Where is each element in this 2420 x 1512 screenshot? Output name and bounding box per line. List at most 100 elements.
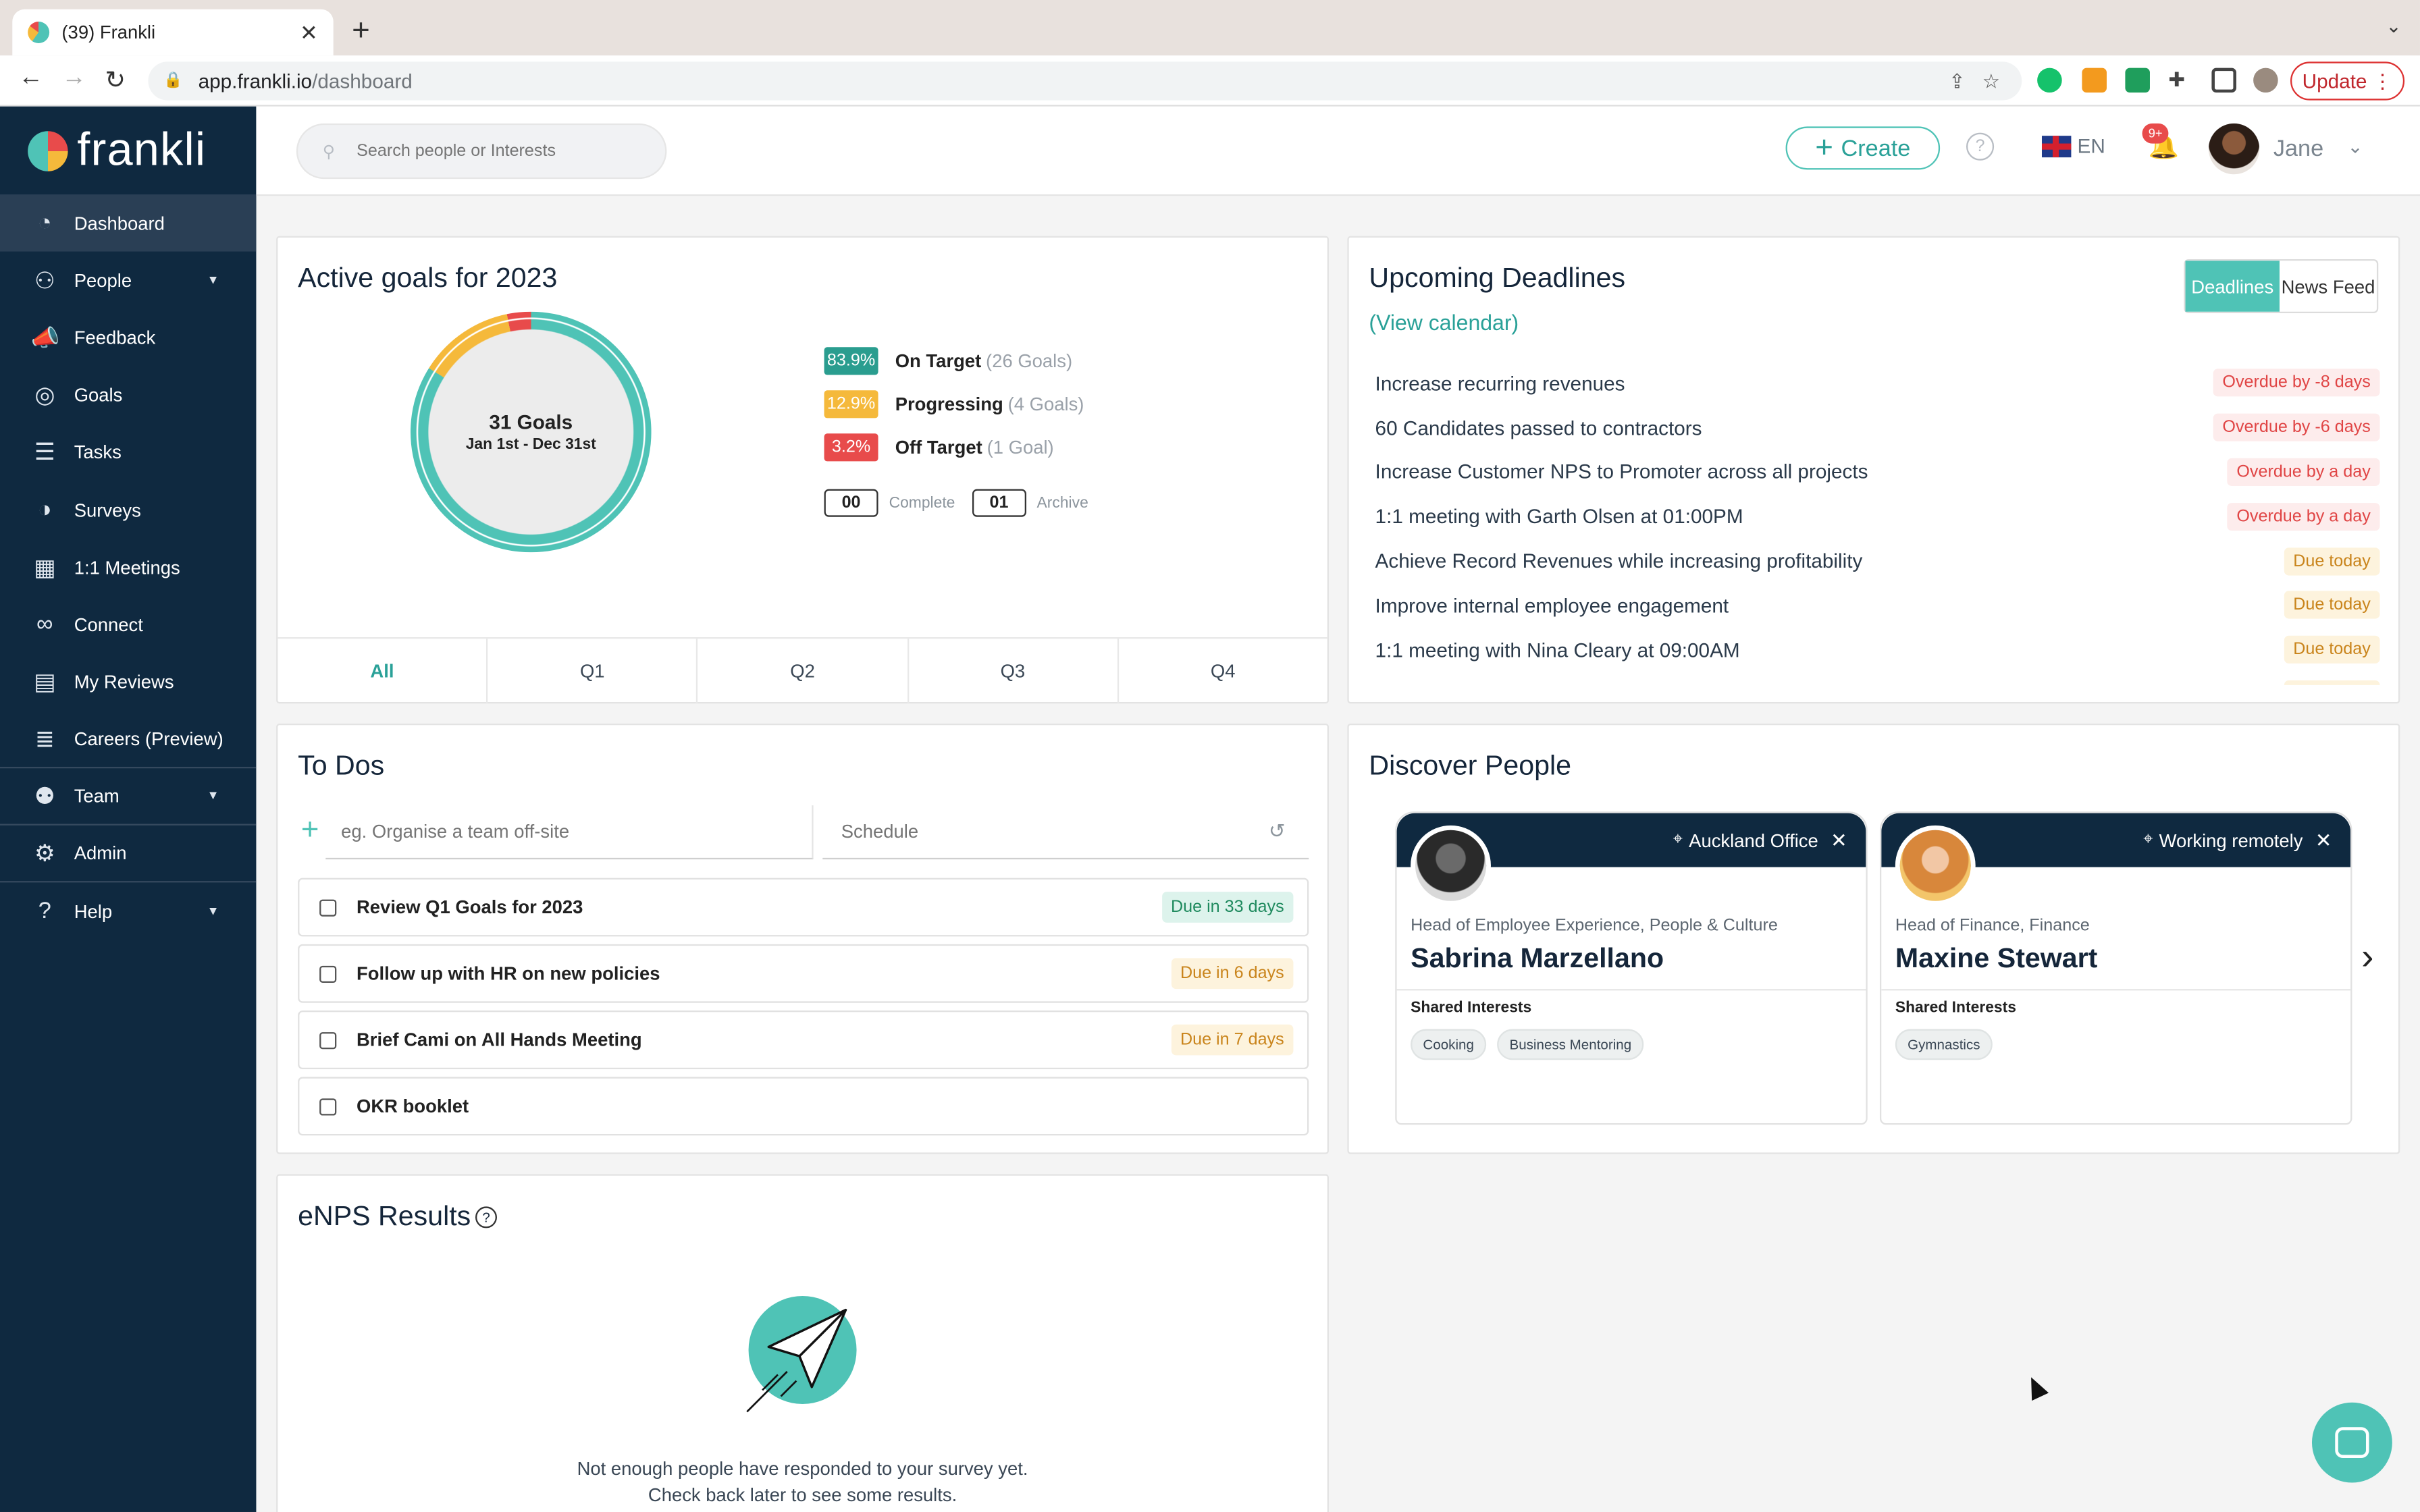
tab-q3[interactable]: Q3 <box>908 639 1119 704</box>
view-calendar-link[interactable]: (View calendar) <box>1369 310 1519 335</box>
dashboard-icon: ◔ <box>37 210 52 236</box>
update-button[interactable]: Update ⋮ <box>2290 61 2405 101</box>
deadline-item[interactable]: Increase recurring revenues Overdue by -8… <box>1375 361 2380 406</box>
tab-news-feed[interactable]: News Feed <box>2280 261 2377 311</box>
person-name[interactable]: Sabrina Marzellano <box>1411 943 1664 975</box>
notification-badge: 9+ <box>2142 123 2169 144</box>
chevron-right-icon[interactable]: › <box>2361 936 2373 979</box>
archive-count[interactable]: 01 <box>972 489 1026 517</box>
forward-arrow-icon[interactable]: → <box>61 65 86 92</box>
sidebar-item-tasks[interactable]: ☰ Tasks <box>0 424 256 481</box>
reset-icon[interactable]: ↺ <box>1269 819 1286 844</box>
survey-icon: ◑ <box>37 497 52 523</box>
tab-q1[interactable]: Q1 <box>488 639 699 704</box>
chevron-down-icon[interactable]: ⌄ <box>2348 136 2363 157</box>
deadline-text: 1:1 meeting with Garth Olsen at 01:00PM <box>1375 505 1743 529</box>
language-selector[interactable]: EN <box>2041 134 2105 157</box>
sidepanel-icon[interactable] <box>2211 68 2236 93</box>
create-button[interactable]: + Create <box>1785 126 1941 170</box>
complete-count[interactable]: 00 <box>824 489 878 517</box>
complete-label: Complete <box>889 494 955 512</box>
puzzle-extensions-icon[interactable]: ✚ <box>2168 68 2193 93</box>
sidebar-item-team[interactable]: ⚉ Team ▼ <box>0 768 257 826</box>
enps-title-text: eNPS Results <box>298 1200 471 1231</box>
frankli-favicon-icon <box>28 21 50 43</box>
person-name[interactable]: Maxine Stewart <box>1895 943 2098 975</box>
deadlines-newsfeed-toggle: Deadlines News Feed <box>2184 259 2379 313</box>
avatar[interactable] <box>2208 123 2260 175</box>
plus-icon[interactable]: + <box>301 815 319 846</box>
sidebar-item-dashboard[interactable]: ◔ Dashboard <box>0 194 257 252</box>
todo-item[interactable]: Brief Cami on All Hands Meeting Due in 7 … <box>298 1010 1309 1069</box>
sidebar-item-people[interactable]: ⚇ People ▼ <box>0 252 256 309</box>
grammarly-extension-icon[interactable] <box>2037 68 2062 93</box>
todo-input[interactable] <box>325 805 814 860</box>
sidebar-item-reviews[interactable]: ▤ My Reviews <box>0 653 256 711</box>
legend-on-target[interactable]: 83.9% On Target (26 Goals) <box>824 347 1072 375</box>
todo-item[interactable]: Review Q1 Goals for 2023 Due in 33 days <box>298 878 1309 937</box>
quarter-tabs: All Q1 Q2 Q3 Q4 <box>278 637 1327 704</box>
todo-checkbox[interactable] <box>319 965 337 982</box>
person-card[interactable]: ⌖ Working remotely ✕ Head of Finance, Fi… <box>1879 811 2352 1125</box>
tab-all[interactable]: All <box>278 639 488 704</box>
sidebar-item-careers[interactable]: ≣ Careers (Preview) <box>0 711 257 768</box>
todo-checkbox[interactable] <box>319 898 337 916</box>
username[interactable]: Jane <box>2273 136 2323 162</box>
deadline-item[interactable]: Improve internal employee engagement Due … <box>1375 583 2380 628</box>
sheets-extension-icon[interactable] <box>2125 68 2150 93</box>
sidebar-item-admin[interactable]: ⚙ Admin <box>0 826 257 883</box>
deadline-item[interactable]: 1:1 meeting with Nina Cleary at 09:00AM D… <box>1375 628 2380 672</box>
deadline-item[interactable]: 60 Candidates passed to contractors Overd… <box>1375 406 2380 450</box>
deadline-item[interactable]: Increase Customer NPS to Promoter across… <box>1375 450 2380 494</box>
legend-off-target[interactable]: 3.2% Off Target (1 Goal) <box>824 433 1054 462</box>
interest-tag[interactable]: Business Mentoring <box>1497 1029 1644 1060</box>
chat-launcher-button[interactable] <box>2311 1402 2392 1483</box>
sidebar-item-surveys[interactable]: ◑ Surveys <box>0 481 256 539</box>
sidebar-item-connect[interactable]: ∞ Connect <box>0 596 256 653</box>
browser-tabbar: (39) Frankli ✕ + ⌄ <box>0 0 2420 56</box>
tab-deadlines[interactable]: Deadlines <box>2185 261 2280 312</box>
url-field[interactable]: 🔒 app.frankli.io/dashboard ⇪ ☆ <box>148 61 2022 101</box>
goals-period: Jan 1st - Dec 31st <box>465 436 596 454</box>
tab-search-chevron-icon[interactable]: ⌄ <box>2386 16 2402 37</box>
search-box[interactable]: ⚲ <box>296 123 667 180</box>
interest-tag[interactable]: Cooking <box>1411 1029 1487 1060</box>
close-tab-icon[interactable]: ✕ <box>300 20 318 46</box>
browser-tab[interactable]: (39) Frankli ✕ <box>12 9 334 56</box>
deadline-item[interactable]: 1:1 meeting with Garth Olsen at 01:00PM O… <box>1375 494 2380 539</box>
reload-icon[interactable]: ↻ <box>105 65 126 96</box>
sidebar-item-label: Surveys <box>74 499 141 521</box>
brand[interactable]: frankli <box>0 107 256 194</box>
tab-q4[interactable]: Q4 <box>1119 639 1327 703</box>
schedule-input[interactable] <box>822 805 1309 860</box>
profile-avatar-icon[interactable] <box>2253 68 2278 93</box>
create-label: Create <box>1841 134 1911 161</box>
sidebar-item-feedback[interactable]: 📣 Feedback <box>0 309 256 367</box>
todo-checkbox[interactable] <box>319 1098 337 1115</box>
todo-item[interactable]: Follow up with HR on new policies Due in … <box>298 944 1309 1003</box>
todo-checkbox[interactable] <box>319 1031 337 1049</box>
search-input[interactable] <box>357 142 635 161</box>
deadline-item[interactable]: Complete Coaching in Agile Fundamentals D… <box>1375 672 2380 685</box>
todo-text: Review Q1 Goals for 2023 <box>356 896 583 918</box>
caret-down-icon: ▼ <box>207 789 219 803</box>
interest-tag[interactable]: Gymnastics <box>1895 1029 1993 1060</box>
sidebar-item-label: Goals <box>74 384 123 406</box>
close-icon[interactable]: ✕ <box>1831 828 1847 853</box>
hubspot-extension-icon[interactable] <box>2082 68 2107 93</box>
sidebar-item-meetings[interactable]: ▦ 1:1 Meetings <box>0 539 256 596</box>
sidebar-item-goals[interactable]: ◎ Goals <box>0 367 256 424</box>
tab-q2[interactable]: Q2 <box>698 639 909 704</box>
back-arrow-icon[interactable]: ← <box>18 65 43 92</box>
new-tab-icon[interactable]: + <box>352 16 370 47</box>
sidebar-item-help[interactable]: ? Help ▼ <box>0 883 256 940</box>
deadline-item[interactable]: Achieve Record Revenues while increasing… <box>1375 539 2380 583</box>
legend-progressing[interactable]: 12.9% Progressing (4 Goals) <box>824 390 1084 418</box>
person-card[interactable]: ⌖ Auckland Office ✕ Head of Employee Exp… <box>1395 811 1868 1125</box>
shared-interests-label: Shared Interests <box>1411 1000 1532 1017</box>
close-icon[interactable]: ✕ <box>2315 828 2332 853</box>
help-question-icon[interactable]: ? <box>475 1206 498 1228</box>
help-question-icon[interactable]: ? <box>1966 132 1995 161</box>
share-star-icons[interactable]: ⇪ ☆ <box>1949 70 2000 94</box>
todo-item[interactable]: OKR booklet <box>298 1077 1309 1136</box>
